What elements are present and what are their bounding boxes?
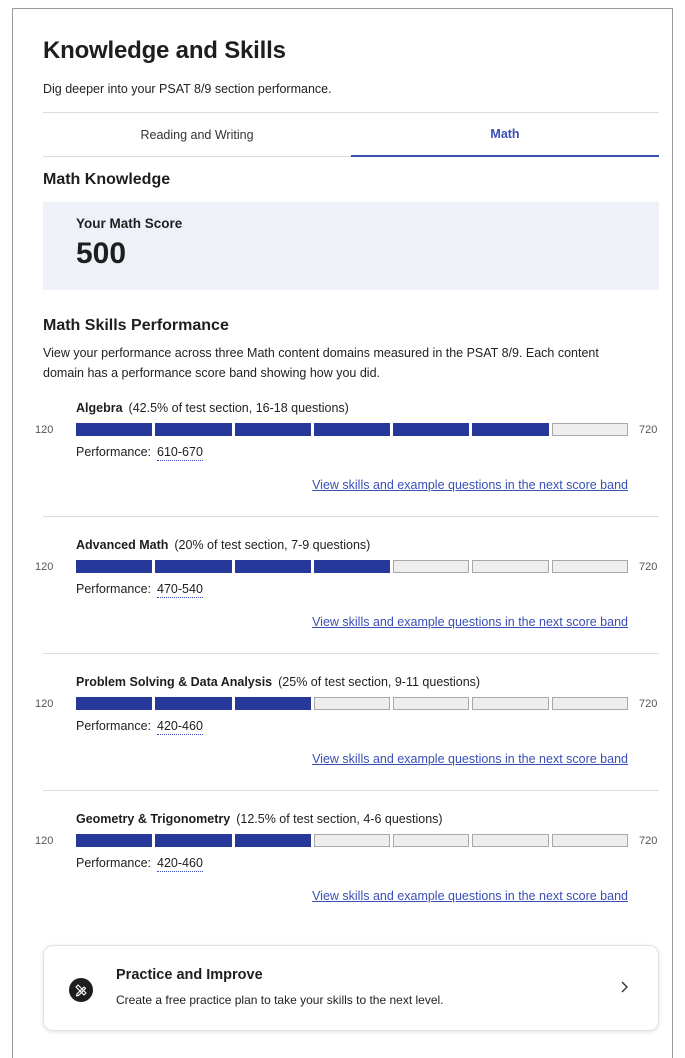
domain-meta: (25% of test section, 9-11 questions): [278, 675, 481, 689]
page-title: Knowledge and Skills: [43, 37, 286, 64]
domain-block: Problem Solving & Data Analysis (25% of t…: [35, 675, 659, 795]
performance-band[interactable]: 470-540: [157, 582, 203, 598]
performance-band[interactable]: 420-460: [157, 719, 203, 735]
scale-max-label: 720: [639, 698, 658, 710]
domain-name: Problem Solving & Data Analysis: [76, 675, 273, 689]
bar-segment-filled: [155, 560, 232, 573]
domain-block: Geometry & Trigonometry (12.5% of test se…: [35, 812, 659, 932]
bar-segment-empty: [472, 834, 549, 847]
bar-segment-filled: [155, 834, 232, 847]
next-score-band-link[interactable]: View skills and example questions in the…: [312, 889, 628, 903]
domain-title: Problem Solving & Data Analysis (25% of t…: [76, 675, 480, 689]
score-band-bar: [76, 697, 628, 710]
performance-label: Performance:: [76, 856, 152, 870]
next-score-band-link[interactable]: View skills and example questions in the…: [312, 752, 628, 766]
bar-segment-filled: [472, 423, 549, 436]
bar-segment-filled: [76, 697, 153, 710]
bar-segment-empty: [551, 697, 628, 710]
domain-name: Algebra: [76, 401, 123, 415]
domain-meta: (20% of test section, 7-9 questions): [174, 538, 371, 552]
knowledge-skills-card: Knowledge and Skills Dig deeper into you…: [12, 8, 673, 1058]
bar-segment-filled: [313, 423, 391, 436]
bar-segment-empty: [393, 560, 470, 573]
domain-meta: (42.5% of test section, 16-18 questions): [128, 401, 349, 415]
scale-max-label: 720: [639, 561, 658, 573]
bar-segment-filled: [313, 560, 391, 573]
bar-segment-empty: [551, 560, 628, 573]
performance-row: Performance: 420-460: [76, 856, 203, 872]
bar-segment-empty: [551, 834, 628, 847]
chevron-right-icon: [621, 981, 628, 993]
bar-segment-empty: [393, 834, 470, 847]
pencil-ruler-icon: [69, 978, 93, 1002]
domain-name: Geometry & Trigonometry: [76, 812, 231, 826]
tab-math[interactable]: Math: [351, 113, 659, 157]
skills-performance-description: View your performance across three Math …: [43, 346, 599, 380]
page-subtitle: Dig deeper into your PSAT 8/9 section pe…: [43, 82, 332, 96]
bar-segment-empty: [551, 423, 628, 436]
score-band-bar: [76, 560, 628, 573]
performance-row: Performance: 470-540: [76, 582, 203, 598]
divider: [43, 790, 659, 791]
scale-min-label: 120: [35, 561, 54, 573]
performance-row: Performance: 610-670: [76, 445, 203, 461]
scale-min-label: 120: [35, 424, 54, 436]
practice-and-improve-card[interactable]: Practice and Improve Create a free pract…: [43, 945, 659, 1031]
performance-label: Performance:: [76, 719, 152, 733]
domain-title: Geometry & Trigonometry (12.5% of test se…: [76, 812, 443, 826]
bar-segment-empty: [313, 697, 391, 710]
domain-meta: (12.5% of test section, 4-6 questions): [236, 812, 443, 826]
bar-segment-filled: [155, 423, 232, 436]
performance-band[interactable]: 610-670: [157, 445, 203, 461]
bar-segment-filled: [155, 697, 232, 710]
performance-label: Performance:: [76, 445, 152, 459]
bar-segment-empty: [472, 560, 549, 573]
scale-min-label: 120: [35, 835, 54, 847]
bar-segment-empty: [313, 834, 391, 847]
performance-label: Performance:: [76, 582, 152, 596]
section-tabs: Reading and Writing Math: [43, 112, 659, 157]
tab-reading-writing[interactable]: Reading and Writing: [43, 113, 351, 157]
domain-title: Algebra (42.5% of test section, 16-18 que…: [76, 401, 349, 415]
bar-segment-filled: [76, 834, 153, 847]
domain-block: Algebra (42.5% of test section, 16-18 que…: [35, 401, 659, 521]
skills-performance-heading: Math Skills Performance: [43, 317, 229, 334]
practice-title: Practice and Improve: [116, 967, 263, 983]
bar-segment-filled: [76, 423, 153, 436]
domain-title: Advanced Math (20% of test section, 7-9 q…: [76, 538, 370, 552]
scale-max-label: 720: [639, 424, 658, 436]
bar-segment-filled: [234, 560, 311, 573]
bar-segment-filled: [234, 423, 311, 436]
score-label: Your Math Score: [76, 216, 183, 231]
scale-max-label: 720: [639, 835, 658, 847]
bar-segment-filled: [393, 423, 470, 436]
performance-row: Performance: 420-460: [76, 719, 203, 735]
performance-band[interactable]: 420-460: [157, 856, 203, 872]
divider: [43, 653, 659, 654]
next-score-band-link[interactable]: View skills and example questions in the…: [312, 615, 628, 629]
score-band-bar: [76, 834, 628, 847]
practice-description: Create a free practice plan to take your…: [116, 993, 444, 1007]
divider: [43, 516, 659, 517]
next-score-band-link[interactable]: View skills and example questions in the…: [312, 478, 628, 492]
domain-name: Advanced Math: [76, 538, 169, 552]
bar-segment-filled: [234, 834, 311, 847]
bar-segment-empty: [472, 697, 549, 710]
score-value: 500: [76, 237, 127, 270]
math-knowledge-heading: Math Knowledge: [43, 171, 171, 188]
bar-segment-filled: [234, 697, 311, 710]
domain-block: Advanced Math (20% of test section, 7-9 q…: [35, 538, 659, 658]
bar-segment-empty: [393, 697, 470, 710]
score-band-bar: [76, 423, 628, 436]
scale-min-label: 120: [35, 698, 54, 710]
bar-segment-filled: [76, 560, 153, 573]
math-score-box: Your Math Score 500: [43, 202, 659, 290]
